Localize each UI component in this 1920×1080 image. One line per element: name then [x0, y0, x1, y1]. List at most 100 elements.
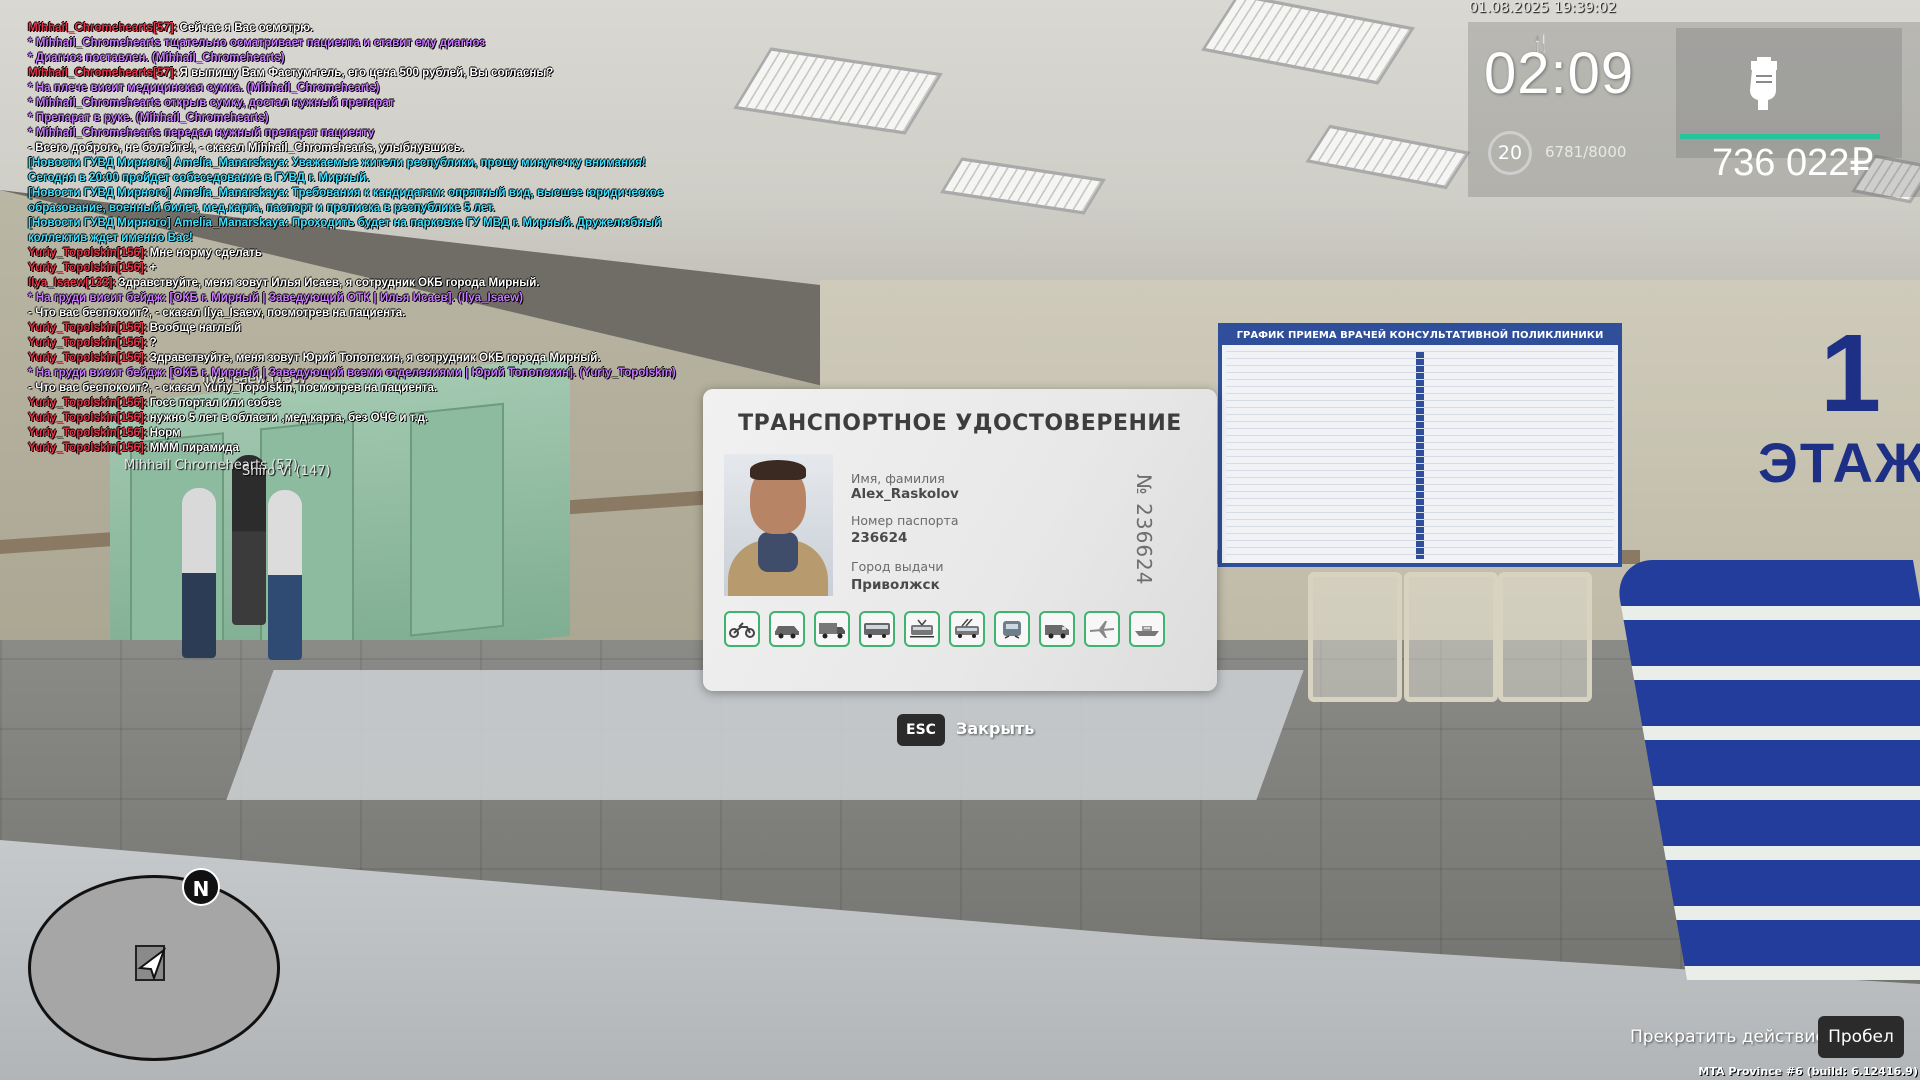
chat-sender: Yuriy_Topolskin[156]:: [28, 426, 148, 439]
chat-text: Госс портал или собес: [149, 396, 281, 409]
chat-text: Здравствуйте, меня зовут Илья Исаев, я с…: [118, 276, 540, 289]
player-arrow-icon: [135, 945, 167, 982]
chat-message: * Диагноз поставлен. (Mihhail_Chromehear…: [28, 50, 678, 65]
license-boat-icon: [1129, 611, 1165, 647]
experience-counter: 6781/8000: [1545, 143, 1627, 161]
chat-message: * На груди висит бейдж: [ОКБ г. Мирный |…: [28, 290, 678, 305]
license-bus-icon: [859, 611, 895, 647]
chat-message: * На груди висит бейдж: [ОКБ г. Мирный |…: [28, 365, 678, 380]
avatar: [724, 454, 833, 596]
chat-text: Норм: [149, 426, 181, 439]
chat-message: [Новости ГУВД Мирного] Amelia_Manarskaya…: [28, 155, 678, 170]
chat-text: - Всего доброго, не болейте!, - сказал M…: [28, 141, 465, 154]
city-label: Город выдачи: [851, 559, 944, 574]
session-timer: 02:09: [1484, 41, 1635, 106]
doctor-schedule-board: ГРАФИК ПРИЕМА ВРАЧЕЙ КОНСУЛЬТАТИВНОЙ ПОЛ…: [1218, 323, 1622, 567]
chat-message: [Новости ГУВД Мирного] Amelia_Manarskaya…: [28, 185, 678, 215]
license-categories: [724, 611, 1165, 647]
name-value: Alex_Raskolov: [851, 486, 959, 502]
date-time: 01.08.2025 19:39:02: [1469, 0, 1617, 16]
chat-sender: Yuriy_Topolskin[156]:: [28, 441, 148, 454]
car-icon: [775, 626, 799, 639]
chat-message: Yuriy_Topolskin[156]: Норм: [28, 425, 678, 440]
chat-message: Mihhail_Chromehearts[57]: Я выпишу Вам Фа…: [28, 65, 678, 80]
chat-message: - Всего доброго, не болейте!, - сказал M…: [28, 140, 678, 155]
chat-text: * Mihhail_Chromehearts открыв сумку, дос…: [28, 96, 395, 109]
floor-word-sign: ЭТАЖ: [1758, 431, 1920, 494]
chat-log: Mihhail_Chromehearts[57]: Сейчас я Вас ос…: [28, 20, 678, 455]
trolleybus-icon: [955, 619, 979, 638]
chat-text: +: [149, 261, 157, 274]
chat-text: [Новости ГУВД Мирного] Amelia_Manarskaya…: [28, 186, 664, 214]
license-airplane-icon: [1084, 611, 1120, 647]
chat-sender: Yuriy_Topolskin[156]:: [28, 336, 148, 349]
passport-value: 236624: [851, 530, 908, 546]
player-level: 20: [1497, 142, 1523, 164]
train-icon: [1003, 621, 1021, 639]
license-motorcycle-icon: [724, 611, 760, 647]
chat-text: * На плече висит медицинская сумка. (Mih…: [28, 81, 380, 94]
chat-text: Вообще наглый: [149, 321, 242, 334]
chat-text: Сегодня в 20:00 пройдет собеседование в …: [28, 171, 370, 184]
name-label: Имя, фамилия: [851, 471, 945, 486]
license-truck-icon: [814, 611, 850, 647]
chat-message: Yuriy_Topolskin[156]: Вообще наглый: [28, 320, 678, 335]
chat-message: Сегодня в 20:00 пройдет собеседование в …: [28, 170, 678, 185]
airplane-icon: [1090, 621, 1114, 638]
chair: [1498, 572, 1592, 702]
fist-icon: [1750, 57, 1777, 110]
npc-player[interactable]: [268, 490, 302, 660]
passport-label: Номер паспорта: [851, 513, 959, 528]
npc-player[interactable]: [232, 455, 266, 625]
health-bar: [1680, 134, 1880, 139]
chat-message: * Mihhail_Chromehearts открыв сумку, дос…: [28, 95, 678, 110]
build-info: MTA Province #6 (build: 6.12416.9): [1698, 1065, 1918, 1078]
truck-icon: [819, 623, 845, 639]
chat-message: * На плече висит медицинская сумка. (Mih…: [28, 80, 678, 95]
chat-text: ?: [149, 336, 157, 349]
license-train-icon: [994, 611, 1030, 647]
chat-sender: Yuriy_Topolskin[156]:: [28, 351, 148, 364]
chat-message: Yuriy_Topolskin[156]: МММ пирамида: [28, 440, 678, 455]
chat-message: * Препарат в руке. (Mihhail_Chromehearts…: [28, 110, 678, 125]
chat-text: * На груди висит бейдж: [ОКБ г. Мирный |…: [28, 291, 523, 304]
chat-message: * Mihhail_Chromehearts тщательно осматри…: [28, 35, 678, 50]
player-nametag: Shiro Vi (147): [242, 464, 331, 479]
npc-player[interactable]: [182, 488, 216, 658]
chat-sender: Mihhail_Chromehearts[57]:: [28, 66, 178, 79]
money-balance: 736 022₽: [1712, 142, 1874, 184]
chat-text: МММ пирамида: [149, 441, 239, 454]
chat-text: нужно 5 лет в области ,мед.карта, без ОЧ…: [149, 411, 429, 424]
chat-text: * Mihhail_Chromehearts тщательно осматри…: [28, 36, 486, 49]
motorcycle-icon: [729, 622, 755, 638]
license-trolleybus-icon: [949, 611, 985, 647]
chair: [1404, 572, 1498, 702]
close-button[interactable]: Закрыть: [956, 719, 1034, 738]
license-van-icon: [1039, 611, 1075, 647]
chat-sender: Yuriy_Topolskin[156]:: [28, 321, 148, 334]
chat-message: Yuriy_Topolskin[156]: Мне норму сделать: [28, 245, 678, 260]
chat-text: [Новости ГУВД Мирного] Amelia_Manarskaya…: [28, 216, 662, 244]
schedule-title: ГРАФИК ПРИЕМА ВРАЧЕЙ КОНСУЛЬТАТИВНОЙ ПОЛ…: [1222, 327, 1618, 345]
chat-message: Yuriy_Topolskin[156]: Здравствуйте, меня …: [28, 350, 678, 365]
license-tram-icon: [904, 611, 940, 647]
chat-sender: Yuriy_Topolskin[156]:: [28, 246, 148, 259]
floor-number-sign: 1: [1820, 312, 1882, 435]
van-icon: [1045, 625, 1069, 639]
chat-message: - Что вас беспокоит?, - сказал Yuriy_Top…: [28, 380, 678, 395]
chat-text: Я выпишу Вам Фастум-гель, его цена 500 р…: [179, 66, 554, 79]
boat-icon: [1135, 626, 1159, 636]
esc-key-button[interactable]: ESC: [897, 714, 945, 746]
card-title: ТРАНСПОРТНОЕ УДОСТОВЕРЕНИЕ: [738, 411, 1182, 436]
chat-text: - Что вас беспокоит?, - сказал Ilya_Isae…: [28, 306, 406, 319]
chat-text: * Препарат в руке. (Mihhail_Chromehearts…: [28, 111, 269, 124]
city-value: Приволжск: [851, 577, 940, 593]
chat-sender: Ilya_Isaew[133]:: [28, 276, 117, 289]
stop-action-button[interactable]: Пробел: [1818, 1016, 1904, 1058]
chat-text: Сейчас я Вас осмотрю.: [179, 21, 314, 34]
chat-message: Ilya_Isaew[133]: Здравствуйте, меня зовут…: [28, 275, 678, 290]
chat-text: Мне норму сделать: [149, 246, 262, 259]
stop-action-label: Прекратить действие: [1630, 1027, 1826, 1047]
schedule-rows: [1226, 351, 1614, 559]
chat-message: - Что вас беспокоит?, - сказал Ilya_Isae…: [28, 305, 678, 320]
